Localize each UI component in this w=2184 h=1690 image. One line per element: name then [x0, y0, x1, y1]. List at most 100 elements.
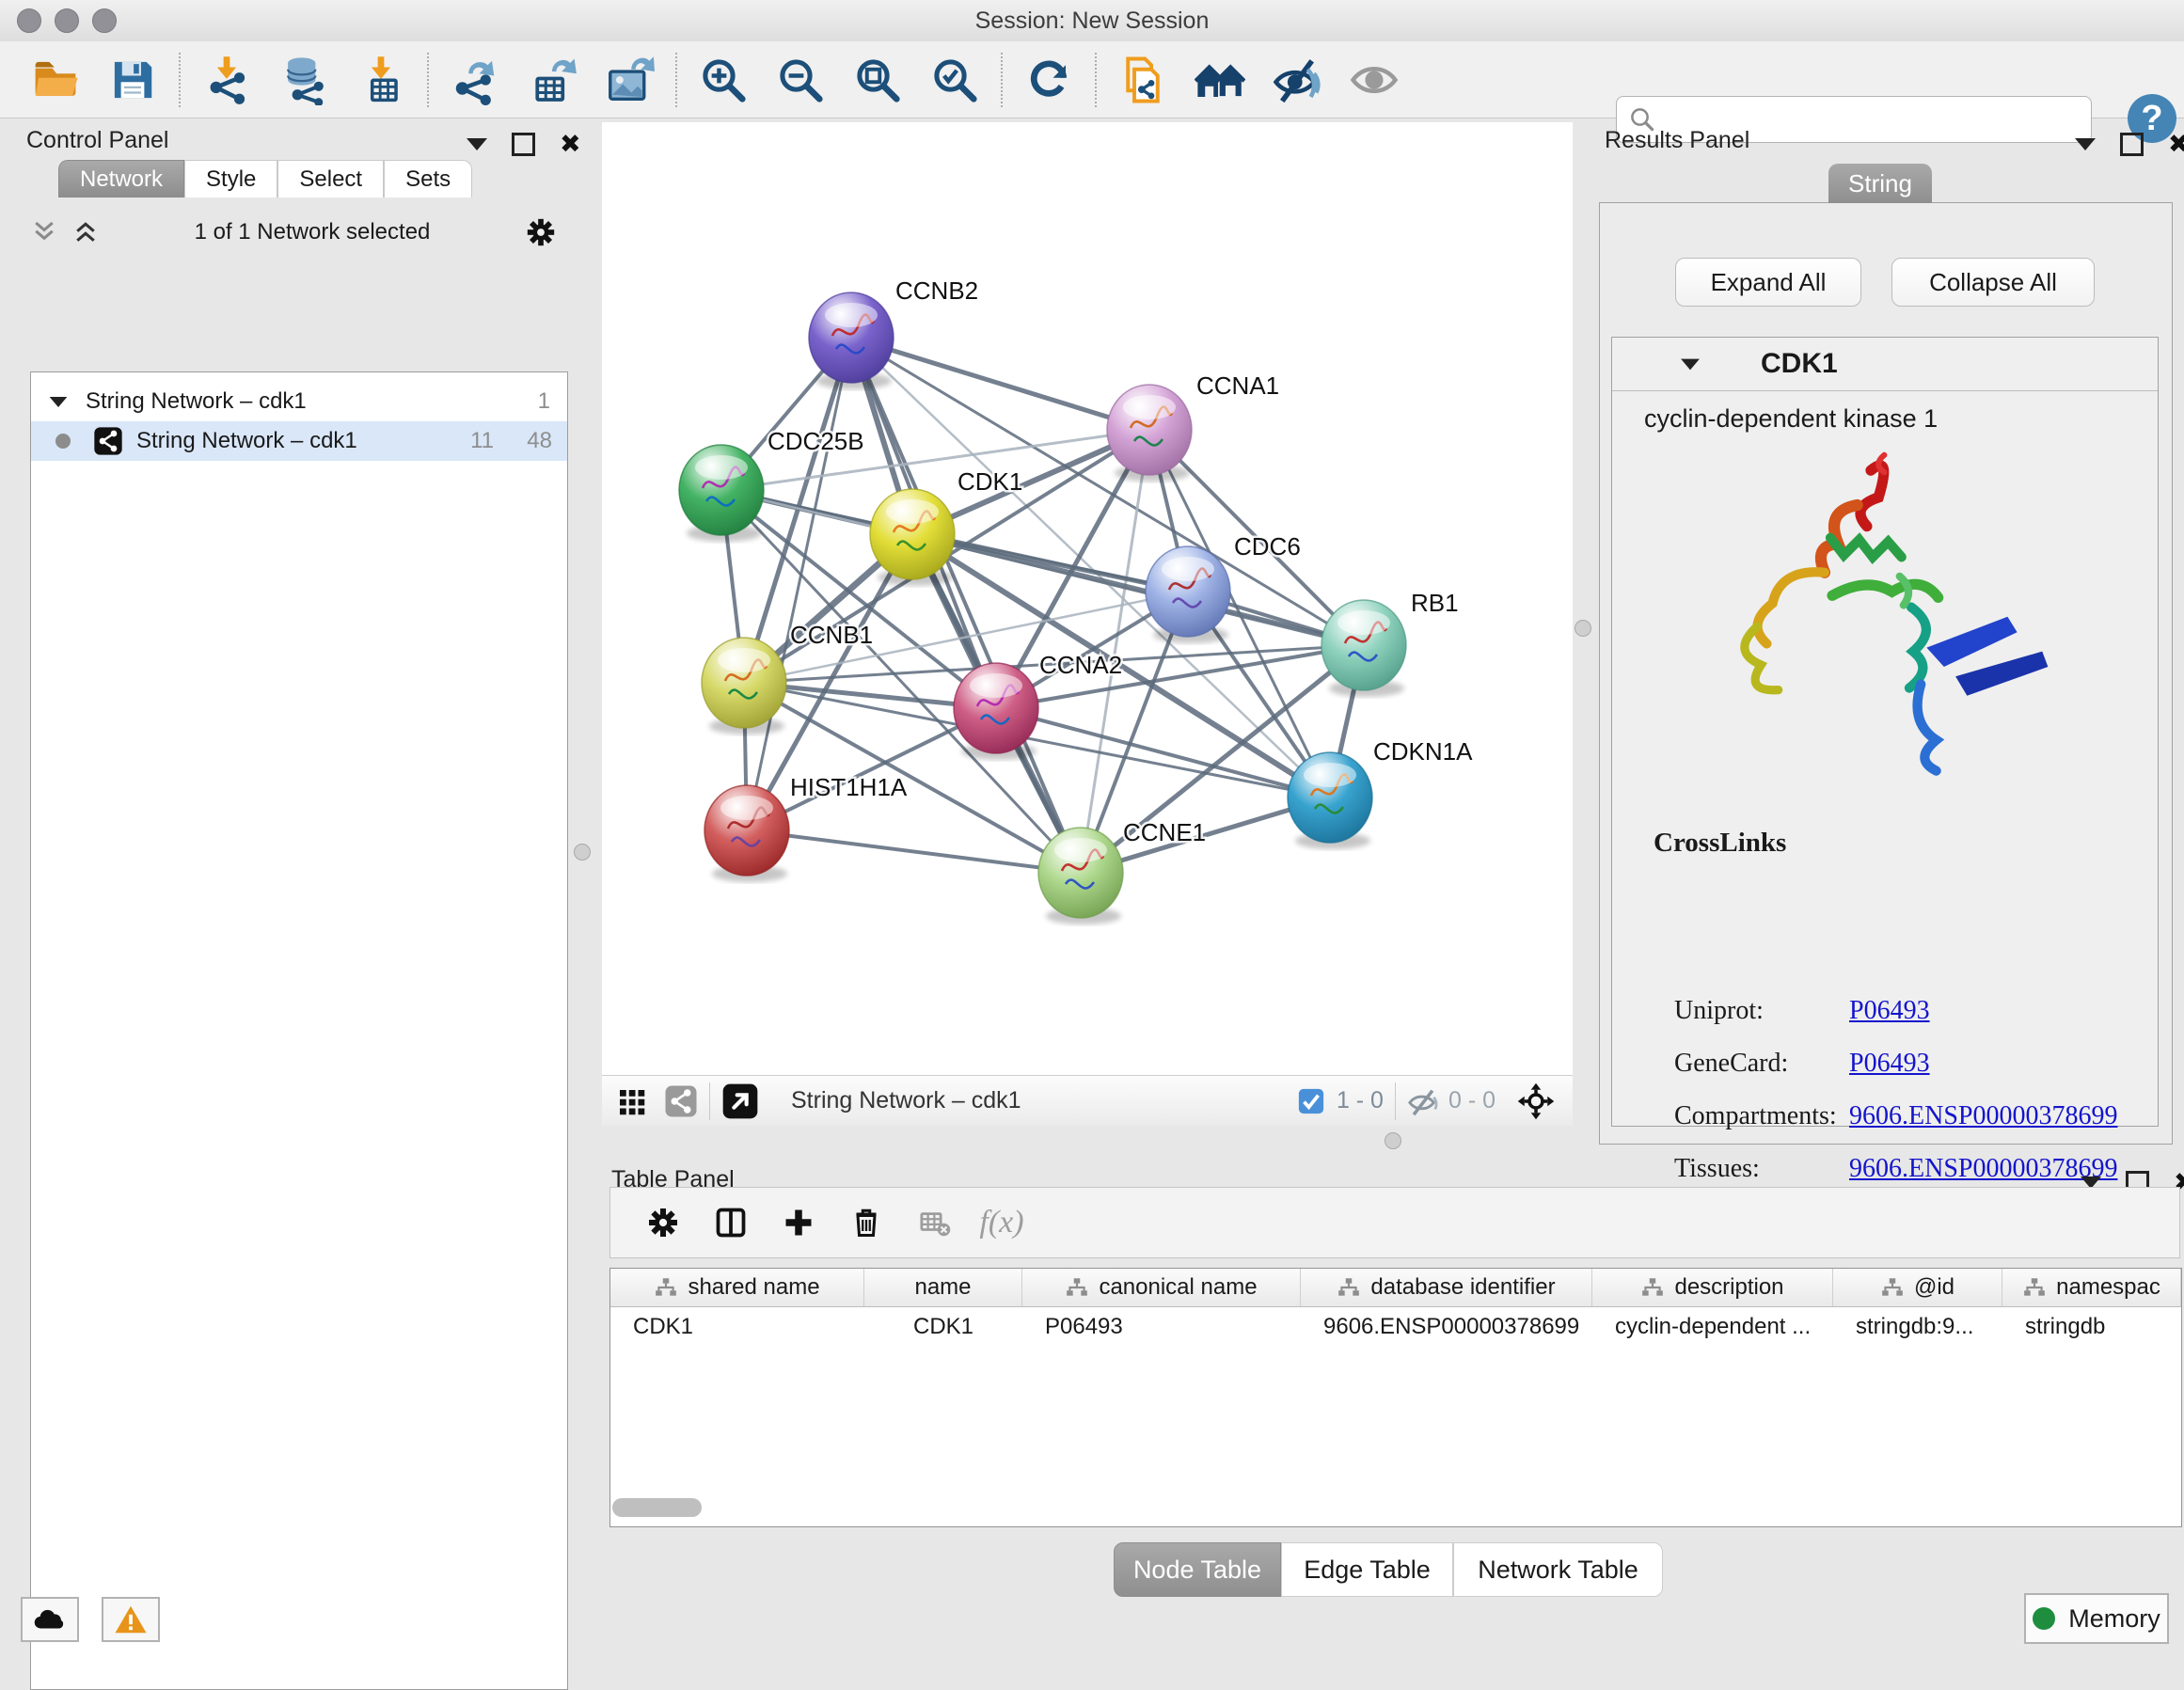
network-node[interactable]: CDKN1A — [1288, 737, 1473, 849]
crosslink-value[interactable]: P06493 — [1849, 1049, 1930, 1079]
network-node[interactable]: CCNB2 — [809, 276, 978, 389]
column-header-label: description — [1674, 1274, 1783, 1301]
splitter-handle[interactable] — [1385, 1132, 1401, 1149]
table-header-row: shared name name canonical namedatabase id… — [610, 1269, 2181, 1307]
memory-button[interactable]: Memory — [2024, 1593, 2169, 1644]
table-cell[interactable]: cyclin-dependent ... — [1592, 1314, 1833, 1340]
crosslink-value[interactable]: 9606.ENSP00000378699 — [1849, 1101, 2117, 1131]
birdseye-icon[interactable] — [617, 1084, 651, 1118]
zoom-in-button[interactable] — [685, 47, 762, 113]
control-panel-menu-icon[interactable] — [467, 138, 487, 150]
expand-all-icon[interactable] — [71, 218, 100, 246]
tab-network[interactable]: Network — [58, 160, 184, 197]
network-canvas[interactable]: CCNB2CCNA1CDC25BCDK1CDC6RB1CCNB1CCNA2CDK… — [602, 122, 1573, 1125]
tab-sets[interactable]: Sets — [384, 160, 472, 197]
collapse-all-icon[interactable] — [30, 218, 58, 246]
export-table-button[interactable] — [514, 47, 591, 113]
delete-column-button[interactable] — [832, 1192, 900, 1253]
tab-select[interactable]: Select — [277, 160, 384, 197]
add-column-button[interactable] — [765, 1192, 832, 1253]
column-header[interactable]: @id — [1833, 1269, 2002, 1306]
table-cell[interactable]: stringdb — [2002, 1314, 2181, 1340]
network-node[interactable]: HIST1H1A — [704, 773, 908, 882]
control-panel-float-icon[interactable] — [512, 133, 535, 156]
share-icon[interactable] — [664, 1084, 698, 1118]
results-panel-menu-icon[interactable] — [2075, 138, 2096, 150]
tab-edge-table[interactable]: Edge Table — [1281, 1542, 1453, 1597]
column-header[interactable]: shared name — [610, 1269, 864, 1306]
table-settings-button[interactable] — [629, 1192, 697, 1253]
gene-collapse-icon[interactable] — [1681, 358, 1700, 370]
table-cell[interactable]: CDK1 — [610, 1314, 864, 1340]
collection-label: String Network – cdk1 — [86, 388, 307, 415]
function-builder-button[interactable]: f(x) — [968, 1192, 1036, 1253]
import-network-button[interactable] — [188, 47, 265, 113]
crosslink-value[interactable]: 9606.ENSP00000378699 — [1849, 1154, 2117, 1184]
table-cell[interactable]: stringdb:9... — [1833, 1314, 2002, 1340]
export-image-icon — [604, 55, 655, 105]
network-edge[interactable] — [747, 830, 1081, 873]
open-in-window-icon[interactable] — [721, 1082, 759, 1120]
open-session-button[interactable] — [17, 47, 94, 113]
hide-selected-button[interactable] — [1258, 47, 1336, 113]
gene-card-header[interactable]: CDK1 — [1612, 338, 2158, 391]
tab-network-table[interactable]: Network Table — [1453, 1542, 1663, 1597]
save-session-button[interactable] — [94, 47, 171, 113]
first-neighbors-button[interactable] — [1181, 47, 1258, 113]
refresh-button[interactable] — [1010, 47, 1087, 113]
network-node[interactable]: CCNE1 — [1038, 818, 1206, 924]
splitter-handle[interactable] — [574, 844, 591, 861]
show-columns-button[interactable] — [697, 1192, 765, 1253]
results-panel-close-icon[interactable]: ✖ — [2168, 132, 2184, 157]
column-header[interactable]: namespac — [2002, 1269, 2181, 1306]
network-edge[interactable] — [851, 338, 1149, 430]
network-graph[interactable]: CCNB2CCNA1CDC25BCDK1CDC6RB1CCNB1CCNA2CDK… — [602, 122, 1573, 1075]
collapse-all-button[interactable]: Collapse All — [1891, 258, 2095, 307]
export-image-button[interactable] — [591, 47, 668, 113]
control-panel-close-icon[interactable]: ✖ — [560, 132, 581, 157]
save-icon — [107, 55, 158, 105]
selected-checkbox-icon[interactable] — [1297, 1087, 1325, 1115]
control-panel-tabs: Network Style Select Sets — [58, 160, 472, 197]
column-header[interactable]: name — [864, 1269, 1022, 1306]
network-node-label: CDC25B — [768, 427, 864, 455]
horizontal-scrollbar[interactable] — [612, 1498, 702, 1517]
collection-expand-icon[interactable] — [50, 396, 68, 406]
column-header-label: name — [914, 1274, 971, 1301]
export-network-button[interactable] — [436, 47, 514, 113]
zoom-selected-icon — [929, 55, 980, 105]
tab-node-table[interactable]: Node Table — [1114, 1542, 1281, 1597]
tab-style[interactable]: Style — [184, 160, 277, 197]
zoom-fit-button[interactable] — [839, 47, 916, 113]
import-database-button[interactable] — [265, 47, 342, 113]
table-cell[interactable]: P06493 — [1022, 1314, 1301, 1340]
duplicate-network-button[interactable] — [1104, 47, 1181, 113]
warning-status-button[interactable] — [102, 1597, 160, 1642]
crosslink-label: Tissues: — [1674, 1154, 1760, 1184]
network-edge[interactable] — [747, 338, 851, 830]
zoom-selected-button[interactable] — [916, 47, 993, 113]
cloud-status-button[interactable] — [21, 1597, 79, 1642]
table-cell[interactable]: 9606.ENSP00000378699 — [1301, 1314, 1592, 1340]
zoom-out-button[interactable] — [762, 47, 839, 113]
table-cell[interactable]: CDK1 — [864, 1314, 1022, 1340]
pan-crosshair-icon[interactable] — [1516, 1082, 1556, 1121]
table-row[interactable]: CDK1CDK1P064939606.ENSP00000378699cyclin… — [610, 1307, 2181, 1347]
network-row[interactable]: String Network – cdk1 11 48 — [31, 421, 567, 461]
network-node[interactable]: CDK1 — [870, 467, 1022, 586]
network-node[interactable]: CCNA2 — [954, 651, 1122, 760]
delete-table-button[interactable] — [900, 1192, 968, 1253]
column-header[interactable]: canonical name — [1022, 1269, 1301, 1306]
crosslink-value[interactable]: P06493 — [1849, 996, 1930, 1026]
results-panel-float-icon[interactable] — [2120, 133, 2144, 156]
expand-all-button[interactable]: Expand All — [1675, 258, 1861, 307]
import-table-button[interactable] — [342, 47, 419, 113]
column-header[interactable]: database identifier — [1301, 1269, 1592, 1306]
column-header[interactable]: description — [1592, 1269, 1833, 1306]
show-all-button[interactable] — [1336, 47, 1413, 113]
network-node[interactable]: CCNA1 — [1107, 371, 1279, 482]
tab-string[interactable]: String — [1828, 164, 1932, 203]
gear-icon[interactable] — [525, 216, 557, 248]
network-node[interactable]: RB1 — [1321, 589, 1459, 697]
network-collection-row[interactable]: String Network – cdk1 1 — [31, 382, 567, 421]
